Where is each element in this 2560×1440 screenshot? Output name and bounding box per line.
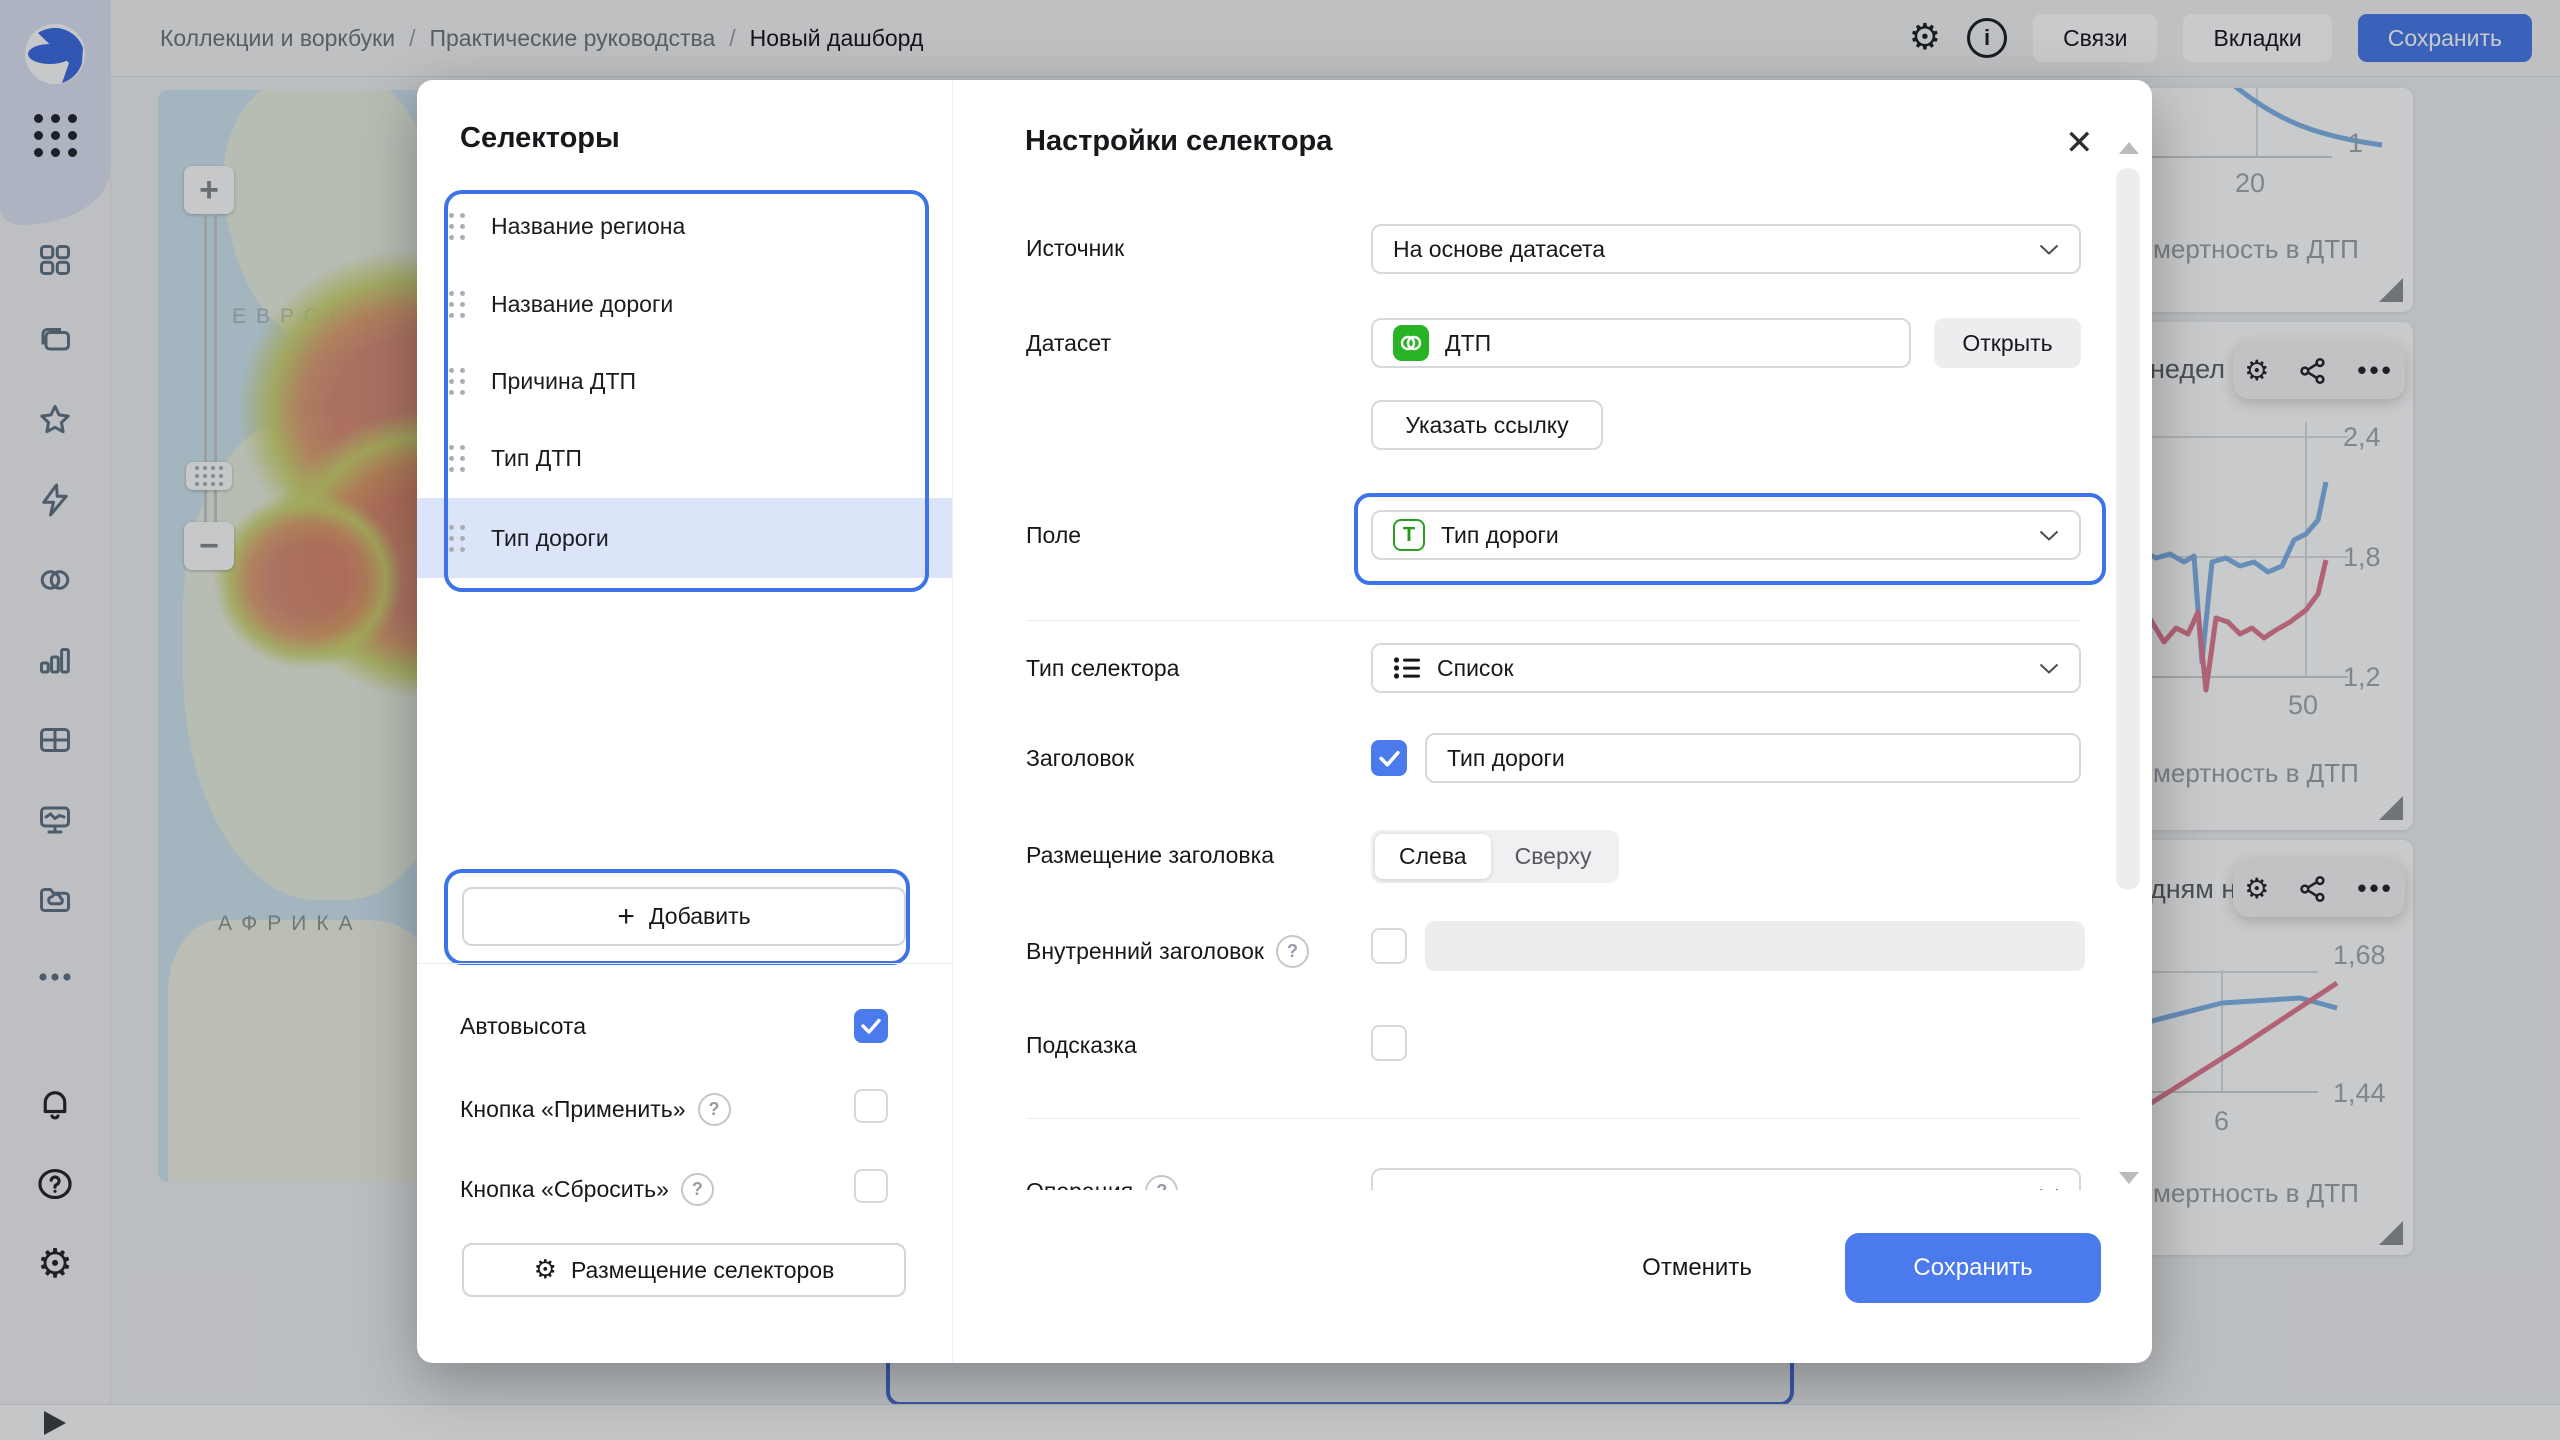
dataset-icon (1393, 325, 1429, 361)
title-placement-segmented-control: Слева Сверху (1371, 830, 1619, 883)
selector-list-item[interactable]: Название дороги (449, 266, 917, 343)
drag-handle-icon[interactable] (449, 445, 465, 472)
title-input[interactable]: Тип дороги (1425, 733, 2081, 783)
chevron-down-icon (2039, 1188, 2059, 1191)
cancel-button[interactable]: Отменить (1617, 1248, 1777, 1288)
selector-type-select[interactable]: Список (1371, 643, 2081, 693)
list-icon (1393, 656, 1421, 680)
save-selector-button[interactable]: Сохранить (1845, 1233, 2101, 1303)
hint-label: Подсказка (1026, 1032, 1137, 1059)
selector-list-item[interactable]: Причина ДТП (449, 343, 917, 420)
plus-icon: + (617, 900, 635, 934)
modal-title: Настройки селектора (1025, 125, 1332, 158)
scroll-up-arrow[interactable] (2119, 142, 2139, 154)
app-screen: Коллекции и воркбуки / Практические руко… (0, 0, 2560, 1440)
drag-handle-icon[interactable] (449, 291, 465, 318)
apply-button-checkbox[interactable] (854, 1089, 888, 1123)
drag-handle-icon[interactable] (449, 525, 465, 552)
selector-list-item-selected[interactable]: Тип дороги (449, 500, 917, 577)
title-checkbox[interactable] (1371, 740, 1407, 776)
selector-list-item[interactable]: Тип ДТП (449, 420, 917, 497)
drag-handle-icon[interactable] (449, 213, 465, 240)
string-field-type-icon: T (1393, 519, 1425, 551)
source-select[interactable]: На основе датасета (1371, 224, 2081, 274)
title-option-label: Заголовок (1026, 745, 1134, 772)
chevron-down-icon (2039, 244, 2059, 255)
close-icon[interactable]: ✕ (2065, 126, 2094, 160)
dataset-label: Датасет (1026, 330, 1111, 357)
apply-button-option-label: Кнопка «Применить» ? (460, 1093, 731, 1126)
chevron-down-icon (2039, 530, 2059, 541)
hint-checkbox[interactable] (1371, 1025, 1407, 1061)
dataset-field[interactable]: ДТП (1371, 318, 1911, 368)
modal-scrollbar[interactable] (2116, 168, 2140, 890)
selector-settings-modal: Селекторы Название региона Название доро… (417, 80, 2152, 1363)
source-label: Источник (1026, 235, 1124, 262)
scroll-down-arrow[interactable] (2119, 1172, 2139, 1184)
autoheight-label: Автовысота (460, 1013, 586, 1040)
specify-link-button[interactable]: Указать ссылку (1371, 400, 1603, 450)
inner-title-input-disabled (1425, 921, 2085, 971)
placement-option-left[interactable]: Слева (1375, 834, 1491, 879)
apply-help-icon[interactable]: ? (698, 1093, 731, 1126)
field-select[interactable]: T Тип дороги (1371, 510, 2081, 560)
reset-button-checkbox[interactable] (854, 1169, 888, 1203)
inner-title-checkbox[interactable] (1371, 928, 1407, 964)
add-selector-button[interactable]: + Добавить (462, 887, 906, 946)
selector-list-item[interactable]: Название региона (449, 188, 917, 265)
reset-button-option-label: Кнопка «Сбросить» ? (460, 1173, 714, 1206)
operation-help-icon[interactable]: ? (1145, 1175, 1178, 1190)
inner-title-help-icon[interactable]: ? (1276, 935, 1309, 968)
inner-title-label: Внутренний заголовок ? (1026, 935, 1309, 968)
reset-help-icon[interactable]: ? (681, 1173, 714, 1206)
drag-handle-icon[interactable] (449, 368, 465, 395)
selectors-placement-button[interactable]: ⚙ Размещение селекторов (462, 1243, 906, 1297)
operation-label: Операция ? (1026, 1175, 1178, 1190)
selector-settings-form: Источник На основе датасета Датасет ДТП … (953, 175, 2113, 1190)
selectors-panel-title: Селекторы (460, 122, 620, 155)
placement-gear-icon: ⚙ (534, 1255, 557, 1285)
chevron-down-icon (2039, 663, 2059, 674)
title-placement-label: Размещение заголовка (1026, 842, 1274, 869)
placement-option-top[interactable]: Сверху (1491, 834, 1616, 879)
operation-select[interactable] (1371, 1168, 2081, 1190)
field-label: Поле (1026, 522, 1081, 549)
open-dataset-button[interactable]: Открыть (1934, 318, 2081, 368)
selector-type-label: Тип селектора (1026, 655, 1179, 682)
autoheight-checkbox[interactable] (854, 1009, 888, 1043)
